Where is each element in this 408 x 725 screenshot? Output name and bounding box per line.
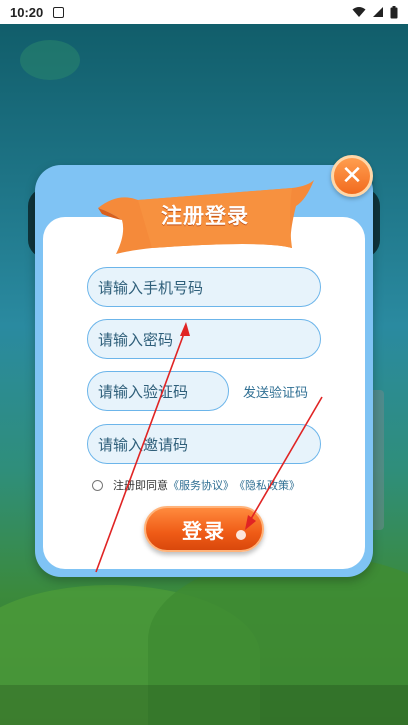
login-button[interactable]: 登录 — [144, 506, 264, 552]
wifi-icon — [352, 7, 366, 17]
agreement-radio[interactable] — [92, 479, 103, 491]
battery-icon — [390, 5, 398, 18]
sim-icon — [53, 6, 65, 18]
close-icon: ✕ — [341, 161, 363, 191]
code-placeholder: 请输入验证码 — [98, 382, 189, 401]
password-input[interactable]: 请输入密码 — [87, 319, 321, 359]
status-bar: 10:20 — [0, 0, 408, 24]
button-shine — [236, 530, 246, 540]
signal-icon — [373, 7, 383, 17]
invite-code-input[interactable]: 请输入邀请码 — [87, 424, 321, 464]
phone-input[interactable]: 请输入手机号码 — [87, 267, 321, 307]
invite-placeholder: 请输入邀请码 — [98, 435, 189, 454]
verification-code-input[interactable]: 请输入验证码 — [87, 371, 229, 411]
login-label: 登录 — [182, 518, 226, 543]
phone-placeholder: 请输入手机号码 — [98, 278, 204, 297]
close-button[interactable]: ✕ — [331, 155, 373, 197]
title-ribbon: 注册登录 — [92, 178, 318, 258]
status-time: 10:20 — [10, 4, 44, 20]
service-agreement-link[interactable]: 《服务协议》 — [168, 477, 234, 493]
send-code-button[interactable]: 发送验证码 — [243, 382, 308, 401]
status-icons — [352, 5, 398, 19]
password-placeholder: 请输入密码 — [98, 330, 174, 349]
agreement-prefix: 注册即同意 — [113, 479, 168, 492]
agreement-row: 注册即同意 《服务协议》 《隐私政策》 — [92, 477, 300, 493]
bottom-strip — [0, 685, 408, 725]
dialog-title: 注册登录 — [161, 204, 249, 228]
privacy-policy-link[interactable]: 《隐私政策》 — [234, 477, 300, 493]
